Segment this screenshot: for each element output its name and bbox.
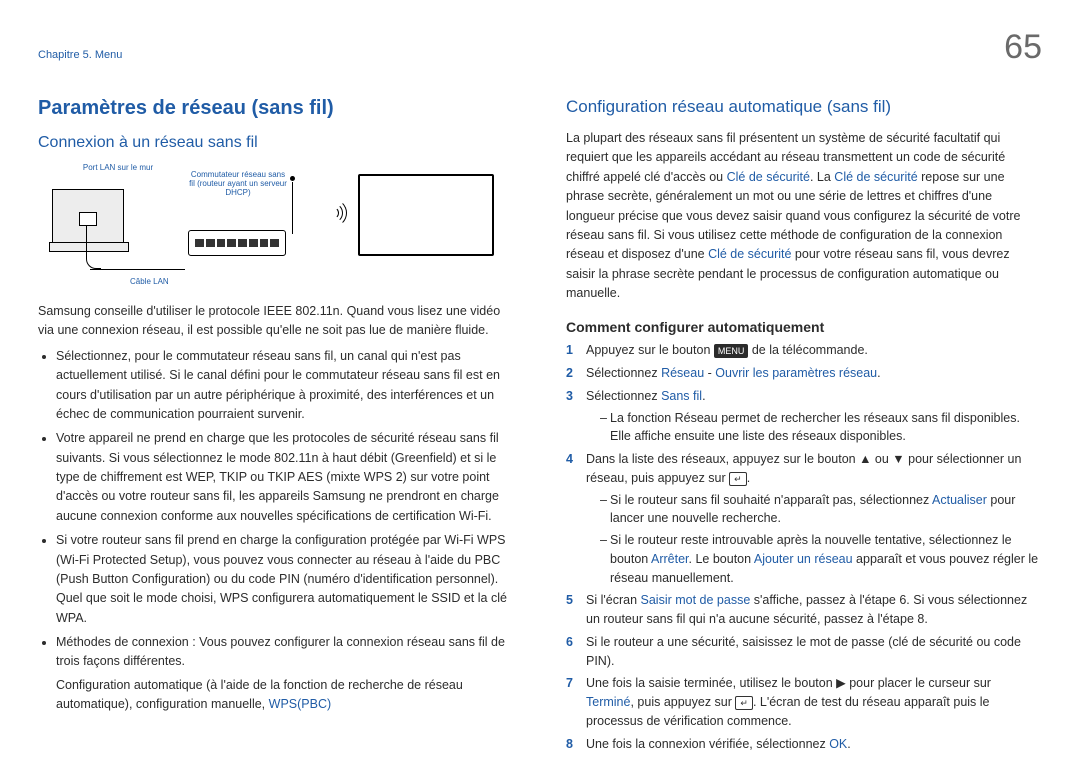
step-item: Une fois la connexion vérifiée, sélectio…	[566, 735, 1042, 754]
bullet-item: Méthodes de connexion : Vous pouvez conf…	[56, 633, 514, 715]
security-key-label: Clé de sécurité	[727, 170, 810, 184]
menu-sans-fil: Sans fil	[661, 389, 702, 403]
wps-pbc-label: WPS(PBC)	[269, 697, 332, 711]
menu-ouvrir-params: Ouvrir les paramètres réseau	[715, 366, 877, 380]
action-ajouter-reseau: Ajouter un réseau	[754, 552, 853, 566]
security-key-label: Clé de sécurité	[708, 247, 791, 261]
page-number: 65	[1004, 28, 1042, 67]
substep-item: Si le routeur sans fil souhaité n'appara…	[600, 491, 1042, 529]
diagram-label-cable: Câble LAN	[130, 277, 169, 286]
subsection-config-auto: Configuration réseau automatique (sans f…	[566, 97, 1042, 117]
bullet-tail-pre: Configuration automatique (à l'aide de l…	[56, 678, 463, 711]
bullet-item: Votre appareil ne prend en charge que le…	[56, 429, 514, 526]
lan-cable-icon	[90, 269, 185, 270]
step-item: Si le routeur a une sécurité, saisissez …	[566, 633, 1042, 671]
action-arreter: Arrêter	[651, 552, 689, 566]
menu-button-icon: MENU	[714, 344, 749, 358]
action-actualiser: Actualiser	[932, 493, 987, 507]
step-item: Une fois la saisie terminée, utilisez le…	[566, 674, 1042, 730]
enter-icon: ↵	[729, 472, 747, 486]
substep-item: Si le routeur reste introuvable après la…	[600, 531, 1042, 587]
section-title: Paramètres de réseau (sans fil)	[38, 97, 514, 120]
enter-icon: ↵	[735, 696, 753, 710]
wifi-signal-icon	[320, 200, 346, 226]
tv-icon	[358, 174, 494, 256]
step-item: Sélectionnez Réseau - Ouvrir les paramèt…	[566, 364, 1042, 383]
diagram-label-router: Commutateur réseau sans fil (routeur aya…	[188, 170, 288, 197]
action-ok: OK	[829, 737, 847, 751]
action-termine: Terminé	[586, 695, 630, 709]
menu-reseau: Réseau	[661, 366, 704, 380]
substep-item: La fonction Réseau permet de rechercher …	[600, 409, 1042, 447]
bullet-text: Méthodes de connexion : Vous pouvez conf…	[56, 635, 505, 668]
antenna-icon	[292, 182, 293, 234]
config-intro: La plupart des réseaux sans fil présente…	[566, 129, 1042, 303]
diagram-label-wall: Port LAN sur le mur	[78, 163, 158, 172]
howto-heading: Comment configurer automatiquement	[566, 319, 1042, 335]
step-item: Sélectionnez Sans fil. La fonction Résea…	[566, 387, 1042, 446]
subsection-connexion: Connexion à un réseau sans fil	[38, 134, 514, 152]
screen-saisir-mdp: Saisir mot de passe	[641, 593, 751, 607]
step-item: Appuyez sur le bouton MENU de la télécom…	[566, 341, 1042, 360]
bullet-item: Sélectionnez, pour le commutateur réseau…	[56, 347, 514, 425]
left-column: Paramètres de réseau (sans fil) Connexio…	[38, 97, 514, 759]
intro-text: Samsung conseille d'utiliser le protocol…	[38, 302, 514, 341]
step-item: Si l'écran Saisir mot de passe s'affiche…	[566, 591, 1042, 629]
step-item: Dans la liste des réseaux, appuyez sur l…	[566, 450, 1042, 587]
chapter-link[interactable]: Chapitre 5. Menu	[38, 49, 122, 61]
security-key-label: Clé de sécurité	[834, 170, 917, 184]
router-icon	[188, 230, 286, 256]
bullet-item: Si votre routeur sans fil prend en charg…	[56, 531, 514, 628]
network-diagram: Port LAN sur le mur Câble LAN Commutateu…	[38, 164, 514, 284]
right-column: Configuration réseau automatique (sans f…	[566, 97, 1042, 759]
